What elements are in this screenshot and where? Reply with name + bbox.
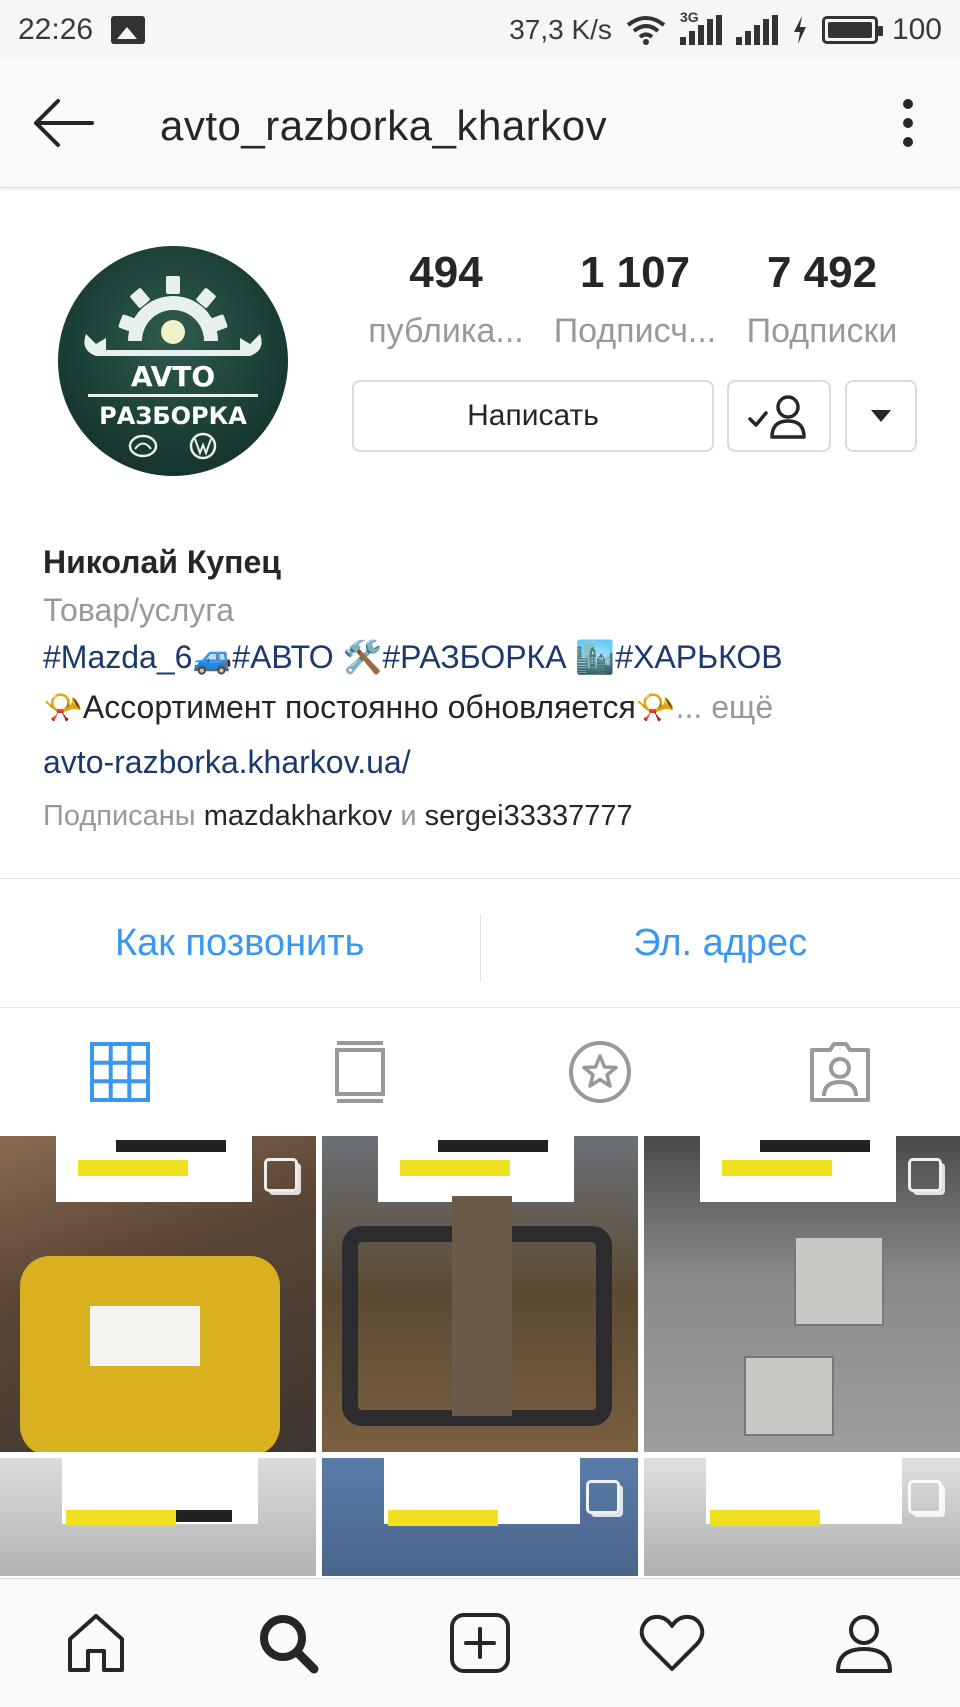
stat-posts[interactable]: 494 публика... — [350, 248, 542, 351]
battery-icon — [821, 16, 883, 44]
stat-posts-label: публика... — [368, 312, 524, 350]
signal-3g-icon: 3G — [679, 9, 722, 45]
bio-hashtags[interactable]: #Mazda_6🚙#АВТО 🛠️#РАЗБОРКА 🏙️#ХАРЬКОВ — [43, 638, 783, 676]
radio-unit — [794, 1236, 884, 1326]
avto-razborka-logo: AVTO РАЗБОРКА — [84, 276, 262, 460]
followed-by-user-2[interactable]: sergei33337777 — [425, 800, 633, 832]
nav-activity[interactable] — [576, 1579, 768, 1707]
post-thumbnail[interactable] — [644, 1136, 960, 1452]
profile-tabs — [0, 1010, 960, 1134]
followed-by: Подписаны mazdakharkov и sergei33337777 — [43, 800, 633, 833]
more-options-button[interactable] — [890, 90, 926, 156]
message-button[interactable]: Написать — [352, 380, 714, 452]
home-icon — [68, 1614, 124, 1672]
activity-icon — [639, 1614, 705, 1671]
bio-description-text: 📯Ассортимент постоянно обновляется📯 — [43, 689, 676, 725]
network-type: 3G — [679, 9, 699, 25]
status-bar: 22:26 37,3 K/s 3G 100 — [0, 0, 960, 60]
yellow-phone-strip — [388, 1510, 498, 1526]
carousel-icon — [908, 1480, 942, 1514]
suggestions-dropdown-button[interactable] — [845, 380, 917, 452]
followed-by-and: и — [392, 800, 425, 832]
signal-icon — [735, 15, 778, 45]
logo-text-avto: AVTO — [131, 360, 215, 393]
guides-icon — [569, 1041, 631, 1103]
gallery-notification-icon — [111, 16, 146, 44]
add-post-icon — [450, 1613, 510, 1673]
stat-followers-value: 1 107 — [579, 248, 691, 297]
charging-icon — [793, 16, 806, 44]
tab-feed[interactable] — [240, 1010, 480, 1134]
yellow-phone-strip — [710, 1510, 820, 1526]
profile-username: avto_razborka_kharkov — [160, 102, 608, 149]
stat-following-label: Подписки — [746, 312, 898, 350]
stat-posts-value: 494 — [409, 248, 483, 297]
back-arrow-icon — [34, 99, 94, 147]
network-speed: 37,3 K/s — [509, 14, 612, 45]
barcode-label — [90, 1306, 200, 1366]
followed-by-prefix: Подписаны — [43, 800, 204, 832]
search-icon — [260, 1615, 319, 1674]
stat-following[interactable]: 7 492 Подписки — [732, 248, 912, 351]
carousel-icon — [908, 1158, 942, 1192]
bio-description: 📯Ассортимент постоянно обновляется📯... е… — [43, 688, 773, 726]
nav-new-post[interactable] — [384, 1579, 576, 1707]
contact-actions: Как позвонить Эл. адрес — [0, 878, 960, 1008]
nav-home[interactable] — [0, 1579, 192, 1707]
nav-search[interactable] — [192, 1579, 384, 1707]
bio-category: Товар/услуга — [43, 592, 235, 628]
battery-level: 100 — [891, 13, 942, 46]
post-banner — [700, 1136, 896, 1202]
stat-followers-label: Подписч... — [553, 312, 717, 350]
more-vertical-icon — [903, 99, 913, 147]
stat-followers[interactable]: 1 107 Подписч... — [540, 248, 730, 351]
radio-unit — [744, 1356, 834, 1436]
back-button[interactable] — [28, 90, 98, 156]
post-thumbnail[interactable] — [644, 1458, 960, 1576]
profile-icon — [836, 1615, 892, 1673]
status-time: 22:26 — [18, 13, 94, 46]
tab-guides[interactable] — [480, 1010, 720, 1134]
tagged-icon — [810, 1042, 870, 1102]
following-button[interactable] — [727, 380, 831, 452]
post-thumbnail[interactable] — [322, 1458, 638, 1576]
post-banner — [56, 1136, 252, 1202]
stat-following-value: 7 492 — [766, 248, 878, 297]
tab-tagged[interactable] — [720, 1010, 960, 1134]
email-button[interactable]: Эл. адрес — [481, 879, 960, 1007]
feed-icon — [335, 1041, 385, 1103]
top-app-bar: avto_razborka_kharkov — [0, 60, 960, 188]
followed-by-user-1[interactable]: mazdakharkov — [204, 800, 393, 832]
call-button[interactable]: Как позвонить — [0, 879, 480, 1007]
profile-avatar[interactable]: AVTO РАЗБОРКА — [58, 246, 288, 476]
post-banner — [378, 1136, 574, 1202]
user-check-icon — [748, 395, 806, 439]
carousel-icon — [586, 1480, 620, 1514]
bio-full-name: Николай Купец — [43, 544, 281, 580]
nav-profile[interactable] — [768, 1579, 960, 1707]
grid-icon — [90, 1042, 150, 1102]
tab-grid[interactable] — [0, 1010, 240, 1134]
bio-website-link[interactable]: avto-razborka.kharkov.ua/ — [43, 744, 411, 781]
post-thumbnail[interactable] — [0, 1458, 316, 1576]
tree-trunk — [452, 1196, 512, 1416]
logo-text-razborka: РАЗБОРКА — [99, 402, 247, 430]
post-thumbnail[interactable] — [0, 1136, 316, 1452]
post-thumbnail[interactable] — [322, 1136, 638, 1452]
bottom-navigation — [0, 1578, 960, 1707]
caret-down-icon — [871, 410, 891, 422]
carousel-icon — [264, 1158, 298, 1192]
bio-more-link[interactable]: ... ещё — [676, 689, 773, 725]
yellow-phone-strip — [66, 1510, 176, 1526]
posts-grid — [0, 1136, 960, 1576]
wifi-icon — [626, 16, 666, 45]
